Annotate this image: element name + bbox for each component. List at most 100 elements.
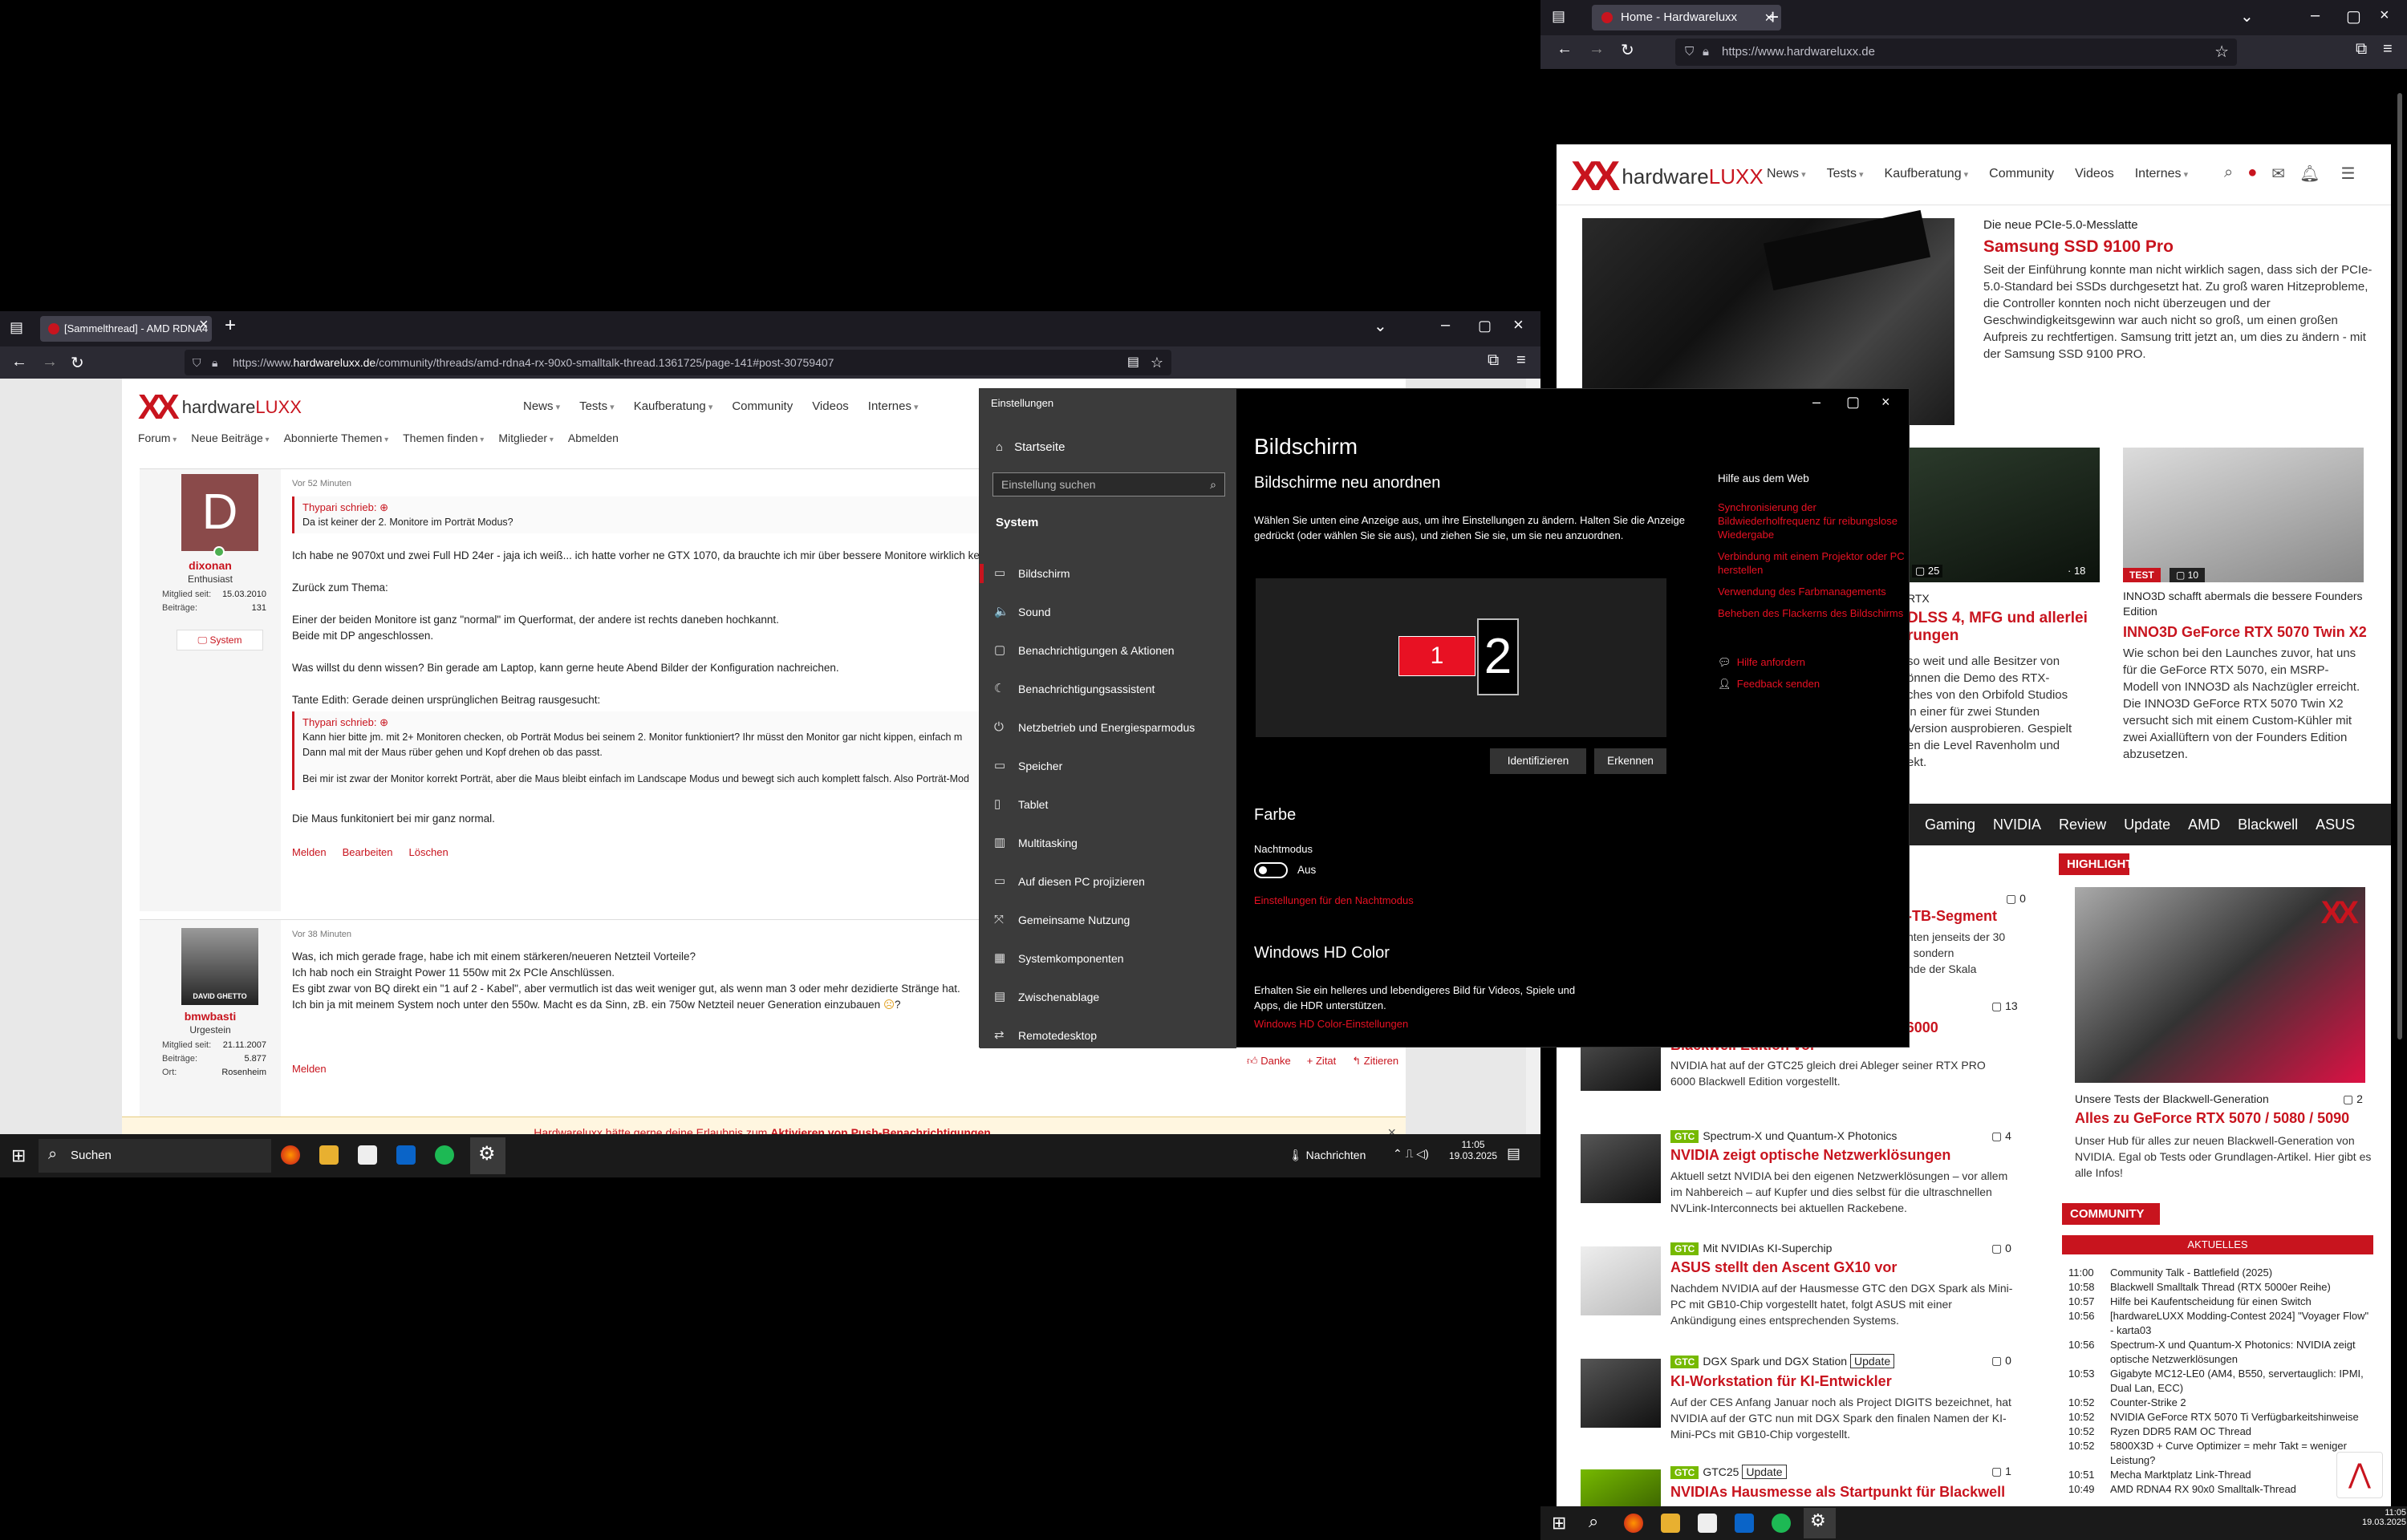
community-item[interactable]: 10:56 Spectrum-X und Quantum-X Photonics:… — [2068, 1338, 2373, 1367]
help-link[interactable]: Beheben des Flackerns des Bildschirms — [1718, 606, 1910, 620]
settings-nav-netzbetrieb-und-energiesparmodus[interactable]: ⏻ Netzbetrieb und Energiesparmodus — [980, 708, 1236, 747]
edit-link[interactable]: Bearbeiten — [343, 845, 393, 861]
detect-button[interactable]: Erkennen — [1594, 748, 1666, 774]
url-bar[interactable]: ⛉ 🔒︎ https://www.hardwareluxx.de ☆ — [1675, 38, 2237, 66]
settings-nav-speicher[interactable]: ▭ Speicher — [980, 747, 1236, 785]
menu-community[interactable]: Community — [732, 399, 793, 413]
highlight-image[interactable]: XX — [2075, 887, 2365, 1083]
tag-update[interactable]: Update — [2124, 817, 2170, 833]
menu-kaufberatung[interactable]: Kaufberatung — [634, 399, 713, 413]
bookmark-star-icon[interactable]: ☆ — [1151, 350, 1163, 375]
notification-center-icon[interactable]: ▤ — [1507, 1145, 1520, 1162]
settings-nav-zwischenablage[interactable]: ▤ Zwischenablage — [980, 978, 1236, 1016]
community-item[interactable]: 10:52 NVIDIA GeForce RTX 5070 Ti Verfügba… — [2068, 1410, 2373, 1424]
file-explorer-icon[interactable] — [1661, 1514, 1680, 1533]
shield-icon[interactable]: ⛉ — [193, 350, 201, 375]
nav-members[interactable]: Mitglieder — [498, 432, 554, 444]
tag-asus[interactable]: ASUS — [2316, 817, 2355, 833]
back-icon[interactable]: ← — [11, 353, 27, 371]
news-thumb[interactable] — [1581, 1134, 1661, 1203]
menu-kaufberatung[interactable]: Kaufberatung — [1885, 167, 1969, 181]
windows-start-icon[interactable]: ⊞ — [1552, 1513, 1566, 1534]
store-icon[interactable] — [1698, 1514, 1717, 1533]
quote-author[interactable]: Thypari schrieb: ⊕ — [302, 500, 1070, 515]
featured-title[interactable]: Samsung SSD 9100 Pro — [1983, 237, 2174, 257]
settings-nav-systemkomponenten[interactable]: ▦ Systemkomponenten — [980, 939, 1236, 978]
hdr-settings-link[interactable]: Windows HD Color-Einstellungen — [1254, 1018, 1408, 1030]
settings-nav-multitasking[interactable]: ▥ Multitasking — [980, 824, 1236, 862]
tab-list-icon[interactable]: ▤ — [1552, 8, 1565, 25]
settings-nav-remotedesktop[interactable]: ⇄ Remotedesktop — [980, 1016, 1236, 1055]
forward-icon[interactable]: → — [42, 353, 58, 371]
quote-author[interactable]: Thypari schrieb: ⊕ — [302, 715, 1070, 730]
reload-icon[interactable]: ↻ — [71, 353, 84, 373]
settings-nav-bildschirm[interactable]: ▭ Bildschirm — [980, 554, 1236, 593]
news-item[interactable]: GTC DGX Spark und DGX Station Update KI-W… — [1581, 1354, 2022, 1458]
minimize-icon[interactable]: – — [2311, 6, 2320, 25]
outlook-icon[interactable] — [396, 1145, 416, 1165]
tag-blackwell[interactable]: Blackwell — [2238, 817, 2298, 833]
menu-tests[interactable]: Tests — [579, 399, 615, 413]
clock[interactable]: 11:05 19.03.2025 — [2362, 1508, 2406, 1527]
hamburger-icon[interactable]: ☰ — [2340, 164, 2355, 184]
close-tab-icon[interactable]: × — [199, 316, 209, 334]
avatar[interactable]: D — [181, 474, 258, 551]
app-menu-icon[interactable]: ≡ — [1516, 351, 1526, 370]
news-title[interactable]: KI-Workstation für KI-Entwickler — [1670, 1373, 1892, 1390]
community-item[interactable]: 10:49 AMD RDNA4 RX 90x0 Smalltalk-Thread — [2068, 1482, 2373, 1497]
settings-search-input[interactable]: Einstellung suchen ⌕ — [992, 472, 1225, 496]
monitor-1[interactable]: 1 — [1398, 636, 1475, 676]
quote-plus-button[interactable]: + Zitat — [1307, 1055, 1337, 1068]
news-title[interactable]: NVIDIA zeigt optische Netzwerklösungen — [1670, 1147, 1950, 1164]
close-window-icon[interactable]: × — [1513, 314, 1524, 335]
new-tab-icon[interactable]: + — [225, 314, 236, 337]
back-icon[interactable]: ← — [1557, 40, 1573, 59]
tag-review[interactable]: Review — [2059, 817, 2106, 833]
search-icon[interactable]: ⌕ — [2224, 164, 2233, 184]
nav-forum[interactable]: Forum — [138, 432, 177, 444]
menu-internes[interactable]: Internes — [2135, 167, 2188, 181]
settings-nav-auf-diesen-pc-projizieren[interactable]: ▭ Auf diesen PC projizieren — [980, 862, 1236, 901]
menu-community[interactable]: Community — [1989, 167, 2054, 181]
lock-icon[interactable]: 🔒︎ — [1703, 38, 1709, 66]
community-item[interactable]: 10:52 Ryzen DDR5 RAM OC Thread — [2068, 1424, 2373, 1439]
tab-home-hardwareluxx[interactable]: Home - Hardwareluxx × — [1592, 5, 1781, 30]
menu-tests[interactable]: Tests — [1827, 167, 1864, 181]
community-item[interactable]: 10:53 Gigabyte MC12-LE0 (AM4, B550, serve… — [2068, 1367, 2373, 1396]
tag-gaming[interactable]: Gaming — [1925, 817, 1975, 833]
maximize-icon[interactable]: ▢ — [2346, 6, 2361, 26]
url-bar[interactable]: ⛉ 🔒︎ https://www.hardwareluxx.de/communi… — [185, 350, 1171, 375]
night-mode-toggle[interactable] — [1254, 862, 1288, 878]
reload-icon[interactable]: ↻ — [1621, 40, 1634, 60]
taskbar-search[interactable]: ⌕ Suchen — [39, 1139, 271, 1173]
site-logo[interactable]: XX hardwareLUXX — [1571, 156, 1764, 197]
firefox-icon[interactable] — [1624, 1514, 1643, 1533]
tab-overflow-icon[interactable]: ⌄ — [1374, 316, 1387, 336]
scrollbar[interactable] — [2393, 69, 2407, 1540]
tag-nvidia[interactable]: NVIDIA — [1993, 817, 2041, 833]
settings-nav-tablet[interactable]: ▯ Tablet — [980, 785, 1236, 824]
settings-nav-gemeinsame-nutzung[interactable]: ⤧ Gemeinsame Nutzung — [980, 901, 1236, 939]
community-item[interactable]: 10:52 5800X3D + Curve Optimizer = mehr Ta… — [2068, 1439, 2373, 1468]
identify-button[interactable]: Identifizieren — [1490, 748, 1586, 774]
help-link[interactable]: Verbindung mit einem Projektor oder PC h… — [1718, 549, 1910, 577]
card-right-title[interactable]: INNO3D GeForce RTX 5070 Twin X2 — [2123, 624, 2367, 641]
extensions-icon[interactable]: ⧉ — [1488, 351, 1499, 370]
tab-overflow-icon[interactable]: ⌄ — [2240, 6, 2254, 26]
reply-quote-button[interactable]: ↰ Zitieren — [1352, 1055, 1398, 1068]
extensions-icon[interactable]: ⧉ — [2356, 40, 2367, 59]
shield-icon[interactable]: ⛉ — [1685, 38, 1694, 66]
tab-thread[interactable]: [Sammelthread] - AMD RDNA4 — [40, 316, 212, 342]
post-username[interactable]: bmwbasti — [140, 1010, 281, 1023]
nav-logout[interactable]: Abmelden — [568, 432, 619, 444]
card-mid-title[interactable]: DLSS 4, MFG und allerlei rungen — [1907, 610, 2092, 645]
reader-view-icon[interactable]: ▤ — [1127, 350, 1139, 375]
highlight-title[interactable]: Alles zu GeForce RTX 5070 / 5080 / 5090 — [2075, 1110, 2349, 1127]
maximize-icon[interactable]: ▢ — [1478, 318, 1492, 334]
mail-icon[interactable]: ✉ — [2271, 164, 2285, 184]
report-link[interactable]: Melden — [292, 1061, 327, 1077]
news-thumb[interactable] — [1581, 1246, 1661, 1315]
community-item[interactable]: 10:57 Hilfe bei Kaufentscheidung für eine… — [2068, 1295, 2373, 1309]
file-explorer-icon[interactable] — [319, 1145, 339, 1165]
card-mid-image[interactable]: ▢ 25 · 18 — [1907, 448, 2100, 582]
